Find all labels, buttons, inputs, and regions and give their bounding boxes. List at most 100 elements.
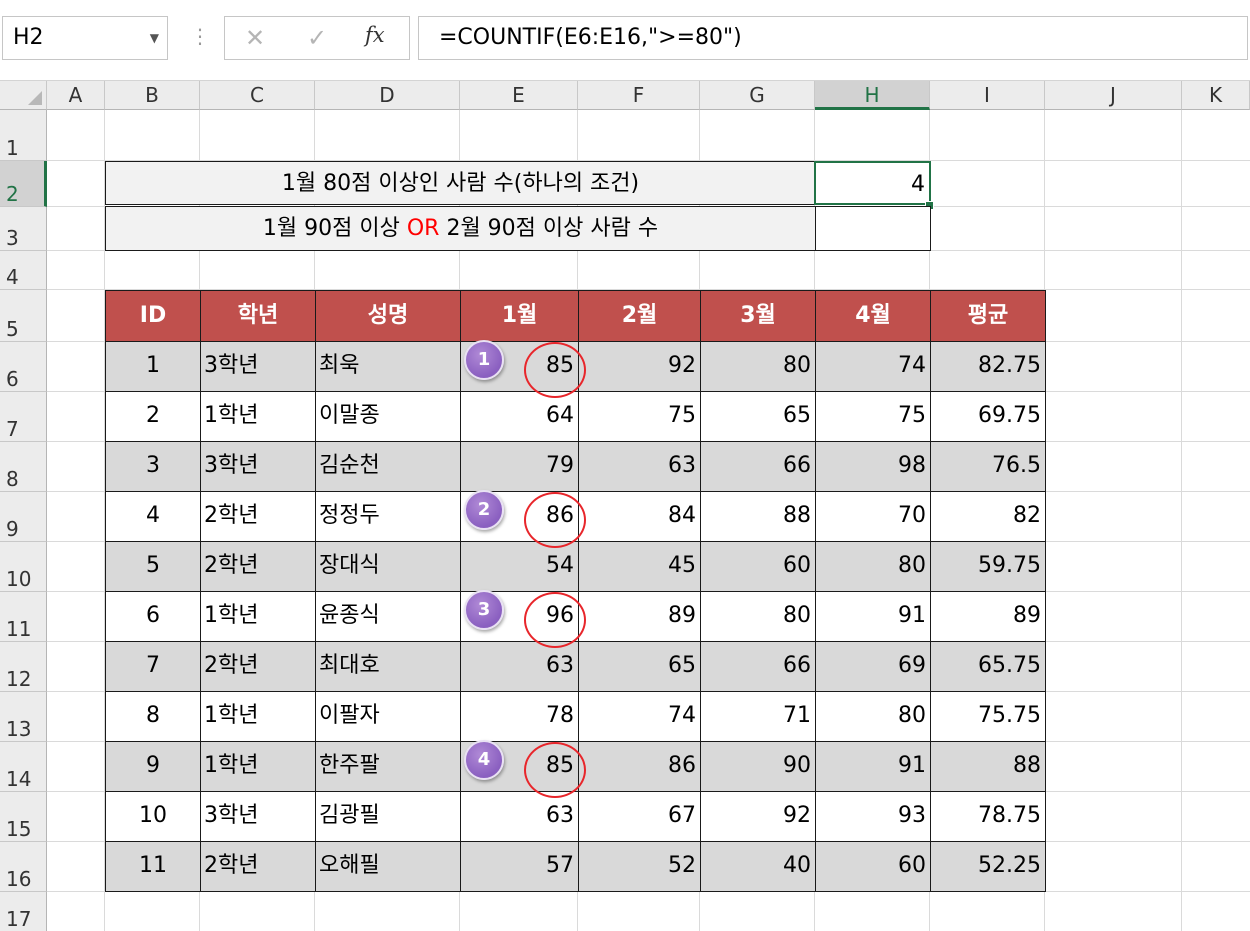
- table-cell[interactable]: 최욱: [315, 341, 461, 392]
- column-header-e[interactable]: E: [460, 81, 578, 110]
- column-header-b[interactable]: B: [105, 81, 200, 110]
- select-all-button[interactable]: [0, 81, 47, 110]
- table-header-cell[interactable]: 성명: [315, 290, 461, 342]
- table-cell[interactable]: 7: [105, 641, 201, 692]
- table-cell[interactable]: 92: [700, 791, 816, 842]
- column-header-d[interactable]: D: [315, 81, 460, 110]
- row-header-15[interactable]: 15: [0, 792, 47, 842]
- row-header-2[interactable]: 2: [0, 161, 47, 207]
- table-cell[interactable]: 10: [105, 791, 201, 842]
- table-cell[interactable]: 1학년: [200, 691, 316, 742]
- table-cell[interactable]: 1학년: [200, 741, 316, 792]
- table-cell[interactable]: 2학년: [200, 491, 316, 542]
- table-cell[interactable]: 65: [578, 641, 701, 692]
- table-cell[interactable]: 74: [815, 341, 931, 392]
- table-cell[interactable]: 67: [578, 791, 701, 842]
- table-header-cell[interactable]: 4월: [815, 290, 931, 342]
- table-header-cell[interactable]: 학년: [200, 290, 316, 342]
- column-header-j[interactable]: J: [1045, 81, 1182, 110]
- table-cell[interactable]: 오해필: [315, 841, 461, 892]
- table-cell[interactable]: 김광필: [315, 791, 461, 842]
- table-cell[interactable]: 6: [105, 591, 201, 642]
- table-cell[interactable]: 이말종: [315, 391, 461, 442]
- column-header-f[interactable]: F: [578, 81, 700, 110]
- table-cell[interactable]: 78: [460, 691, 579, 742]
- table-cell[interactable]: 92: [578, 341, 701, 392]
- table-cell[interactable]: 84: [578, 491, 701, 542]
- table-header-cell[interactable]: 2월: [578, 290, 701, 342]
- table-cell[interactable]: 76.5: [930, 441, 1046, 492]
- row-header-6[interactable]: 6: [0, 342, 47, 392]
- table-cell[interactable]: 64: [460, 391, 579, 442]
- table-cell[interactable]: 66: [700, 441, 816, 492]
- table-cell[interactable]: 60: [700, 541, 816, 592]
- row-header-3[interactable]: 3: [0, 207, 47, 251]
- table-cell[interactable]: 86: [578, 741, 701, 792]
- table-cell[interactable]: 69: [815, 641, 931, 692]
- insert-function-icon[interactable]: fx: [365, 23, 385, 47]
- column-header-k[interactable]: K: [1182, 81, 1250, 110]
- table-cell[interactable]: 11: [105, 841, 201, 892]
- column-header-c[interactable]: C: [200, 81, 315, 110]
- more-options-icon[interactable]: ⋮: [190, 24, 210, 48]
- table-cell[interactable]: 이팔자: [315, 691, 461, 742]
- table-cell[interactable]: 9: [105, 741, 201, 792]
- table-cell[interactable]: 정정두: [315, 491, 461, 542]
- table-cell[interactable]: 한주팔: [315, 741, 461, 792]
- enter-icon[interactable]: ✓: [297, 21, 337, 55]
- table-cell[interactable]: 74: [578, 691, 701, 742]
- table-cell[interactable]: 45: [578, 541, 701, 592]
- column-header-h[interactable]: H: [815, 81, 930, 110]
- table-cell[interactable]: 80: [815, 541, 931, 592]
- table-cell[interactable]: 80: [700, 341, 816, 392]
- table-cell[interactable]: 3: [105, 441, 201, 492]
- cancel-icon[interactable]: ✕: [235, 21, 275, 55]
- table-header-cell[interactable]: 평균: [930, 290, 1046, 342]
- table-cell[interactable]: 78.75: [930, 791, 1046, 842]
- table-cell[interactable]: 8: [105, 691, 201, 742]
- table-cell[interactable]: 4: [105, 491, 201, 542]
- table-cell[interactable]: 63: [460, 641, 579, 692]
- row-header-11[interactable]: 11: [0, 592, 47, 642]
- table-cell[interactable]: 63: [460, 791, 579, 842]
- table-cell[interactable]: 82: [930, 491, 1046, 542]
- table-cell[interactable]: 54: [460, 541, 579, 592]
- table-cell[interactable]: 57: [460, 841, 579, 892]
- table-cell[interactable]: 65.75: [930, 641, 1046, 692]
- table-cell[interactable]: 1학년: [200, 391, 316, 442]
- row-header-12[interactable]: 12: [0, 642, 47, 692]
- row-header-4[interactable]: 4: [0, 251, 47, 290]
- row-header-17[interactable]: 17: [0, 892, 47, 931]
- table-cell[interactable]: 93: [815, 791, 931, 842]
- row-header-5[interactable]: 5: [0, 290, 47, 342]
- table-cell[interactable]: 2학년: [200, 541, 316, 592]
- table-cell[interactable]: 3학년: [200, 791, 316, 842]
- table-cell[interactable]: 88: [700, 491, 816, 542]
- row-header-10[interactable]: 10: [0, 542, 47, 592]
- row-header-8[interactable]: 8: [0, 442, 47, 492]
- row-header-13[interactable]: 13: [0, 692, 47, 742]
- table-cell[interactable]: 3학년: [200, 441, 316, 492]
- table-cell[interactable]: 윤종식: [315, 591, 461, 642]
- table-cell[interactable]: 75.75: [930, 691, 1046, 742]
- table-header-cell[interactable]: 1월: [460, 290, 579, 342]
- formula-input[interactable]: =COUNTIF(E6:E16,">=80"): [418, 16, 1248, 60]
- table-cell[interactable]: 60: [815, 841, 931, 892]
- table-cell[interactable]: 3학년: [200, 341, 316, 392]
- table-cell[interactable]: 91: [815, 741, 931, 792]
- table-cell[interactable]: 79: [460, 441, 579, 492]
- table-cell[interactable]: 1학년: [200, 591, 316, 642]
- row-header-14[interactable]: 14: [0, 742, 47, 792]
- column-header-i[interactable]: I: [930, 81, 1045, 110]
- table-cell[interactable]: 80: [700, 591, 816, 642]
- table-cell[interactable]: 66: [700, 641, 816, 692]
- result-cell-h3[interactable]: [815, 206, 931, 251]
- row-header-16[interactable]: 16: [0, 842, 47, 892]
- row-header-1[interactable]: 1: [0, 110, 47, 161]
- table-cell[interactable]: 5: [105, 541, 201, 592]
- table-cell[interactable]: 52: [578, 841, 701, 892]
- table-cell[interactable]: 2학년: [200, 841, 316, 892]
- table-cell[interactable]: 59.75: [930, 541, 1046, 592]
- chevron-down-icon[interactable]: ▼: [150, 31, 159, 45]
- table-cell[interactable]: 최대호: [315, 641, 461, 692]
